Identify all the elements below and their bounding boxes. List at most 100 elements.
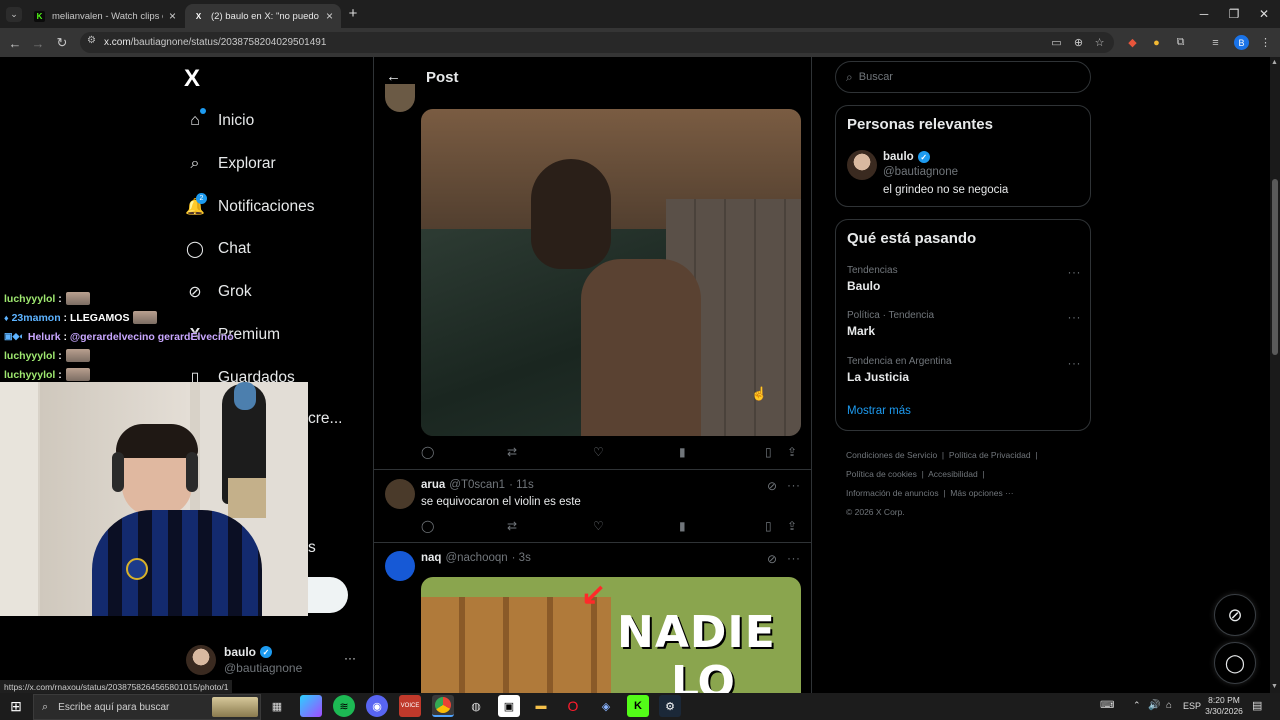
reply-avatar[interactable] (385, 479, 415, 509)
scrollbar-track[interactable] (1270, 57, 1280, 693)
bookmark-star-icon[interactable]: ☆ (1092, 35, 1107, 50)
zoom-icon[interactable]: ⊕ (1071, 35, 1086, 50)
share-icon[interactable]: ⇪ (787, 445, 797, 459)
spotify-icon[interactable]: ≋ (333, 695, 355, 717)
tab-kick[interactable]: K melianvalen - Watch clips on K × (26, 4, 184, 28)
tab-x-post[interactable]: X (2) baulo en X: "no puedo creer × (185, 4, 341, 28)
views-icon[interactable]: ▮ (679, 519, 686, 533)
back-arrow-icon[interactable]: ← (386, 68, 401, 85)
search-input[interactable]: Buscar (859, 71, 893, 83)
volume-icon[interactable]: 🔊 (1148, 700, 1160, 711)
reply-author-name[interactable]: naq (421, 552, 441, 564)
relevant-name[interactable]: baulo ✓ (883, 151, 930, 163)
reply-handle[interactable]: @nachooqn (445, 552, 507, 564)
trend-more-icon[interactable]: ··· (1068, 356, 1082, 370)
trend-more-icon[interactable]: ··· (1068, 310, 1082, 324)
like-icon[interactable]: ♡ (593, 445, 604, 459)
views-icon[interactable]: ▮ (679, 445, 686, 459)
tab-search-button[interactable]: ⌄ (6, 7, 22, 22)
nav-chat[interactable]: ◯ Chat (184, 238, 251, 260)
scrollbar-thumb[interactable] (1272, 179, 1278, 355)
reload-icon[interactable]: ↻ (53, 34, 71, 52)
restore-icon[interactable]: ❐ (1218, 4, 1250, 24)
voice-changer-icon[interactable]: VOICE (399, 695, 421, 717)
copilot-icon[interactable] (300, 695, 322, 717)
extensions-puzzle-icon[interactable]: ⧉ (1173, 35, 1188, 50)
like-icon[interactable]: ♡ (593, 519, 604, 533)
grok-fab-icon[interactable]: ⊘ (1214, 594, 1256, 636)
profile-avatar[interactable]: B (1234, 35, 1249, 50)
obs-icon[interactable]: ◍ (465, 695, 487, 717)
new-tab-button[interactable]: + (345, 5, 361, 22)
cast-icon[interactable]: ▭ (1049, 35, 1064, 50)
more-options-icon[interactable]: ··· (787, 478, 801, 492)
nav-explore[interactable]: ⌕ Explorar (184, 153, 276, 175)
trend-item[interactable]: Tendencias Baulo ··· (847, 265, 1081, 293)
close-tab-icon[interactable]: × (326, 9, 333, 23)
more-options-icon[interactable]: ··· (787, 551, 801, 565)
keyboard-icon[interactable]: ⌨ (1100, 700, 1114, 711)
capcut-icon[interactable]: ▣ (498, 695, 520, 717)
scroll-up-icon[interactable]: ▲ (1271, 59, 1278, 66)
nav-home[interactable]: ⌂ Inicio (184, 108, 254, 132)
repost-icon[interactable]: ⇄ (507, 519, 517, 533)
account-more-icon[interactable]: ··· (344, 651, 356, 665)
menu-kebab-icon[interactable]: ⋮ (1258, 35, 1273, 50)
reply-media-thumbnail[interactable]: ↙ NADIE LO (421, 577, 801, 693)
reply-time[interactable]: · 3s (512, 552, 531, 564)
site-info-icon[interactable]: ⚙ (87, 35, 96, 46)
nav-notifications[interactable]: 🔔 Notificaciones 2 (184, 193, 315, 218)
notification-center-icon[interactable]: ▤ (1252, 699, 1262, 712)
minimize-icon[interactable]: ─ (1188, 4, 1220, 24)
steam-icon[interactable]: ⚙ (659, 695, 681, 717)
author-avatar[interactable] (385, 84, 415, 112)
trend-more-icon[interactable]: ··· (1068, 265, 1082, 279)
windows-start-icon[interactable]: ⊞ (8, 698, 24, 714)
show-more-link[interactable]: Mostrar más (847, 405, 911, 417)
network-icon[interactable]: ⌂ (1166, 700, 1172, 711)
file-explorer-icon[interactable]: ▬ (530, 695, 552, 717)
footer-link-more[interactable]: Más opciones ··· (950, 488, 1013, 498)
reply-icon[interactable]: ◯ (421, 519, 434, 533)
close-tab-icon[interactable]: × (169, 9, 176, 23)
taskbar-search[interactable]: ⌕ Escribe aquí para buscar (33, 694, 261, 720)
x-logo-icon[interactable]: X (184, 65, 210, 92)
nav-create-partial[interactable]: cre... (308, 410, 342, 428)
account-avatar[interactable] (186, 645, 216, 675)
reply-author-name[interactable]: arua (421, 479, 445, 491)
search-box[interactable]: ⌕ Buscar (835, 61, 1091, 93)
reply-handle[interactable]: @T0scan1 (449, 479, 505, 491)
reply-icon[interactable]: ◯ (421, 445, 434, 459)
footer-link-ads-info[interactable]: Información de anuncios (846, 488, 939, 498)
trend-item[interactable]: Tendencia en Argentina La Justicia ··· (847, 356, 1081, 384)
scroll-down-icon[interactable]: ▼ (1271, 683, 1278, 690)
post-media-video[interactable]: ☝ (421, 109, 801, 436)
discord-icon[interactable]: ◉ (366, 695, 388, 717)
trend-item[interactable]: Política · Tendencia Mark ··· (847, 310, 1081, 338)
system-clock[interactable]: 8:20 PM 3/30/2026 (1202, 695, 1246, 717)
opera-icon[interactable]: O (562, 695, 584, 717)
grok-analyze-icon[interactable]: ⊘ (767, 479, 777, 493)
grok-analyze-icon[interactable]: ⊘ (767, 552, 777, 566)
tray-chevron-icon[interactable]: ⌃ (1133, 700, 1141, 711)
chat-fab-icon[interactable]: ◯ (1214, 642, 1256, 684)
address-bar[interactable]: ⚙ x.com/bautiagnone/status/2038758204029… (80, 32, 1114, 53)
reply-time[interactable]: · 11s (509, 479, 534, 491)
relevant-avatar[interactable] (847, 150, 877, 180)
kick-icon[interactable]: K (627, 695, 649, 717)
forward-icon[interactable]: → (29, 34, 47, 52)
bookmark-icon[interactable]: ▯ (765, 519, 772, 533)
app-icon[interactable]: ◈ (595, 695, 617, 717)
language-indicator[interactable]: ESP (1183, 701, 1201, 711)
reading-list-icon[interactable]: ≡ (1208, 35, 1223, 50)
extension-icon[interactable]: ◆ (1125, 35, 1140, 50)
footer-link-cookies[interactable]: Política de cookies (846, 469, 917, 479)
extension-icon[interactable]: ● (1149, 35, 1164, 50)
chrome-icon[interactable] (432, 695, 454, 717)
reply-avatar[interactable] (385, 551, 415, 581)
close-window-icon[interactable]: ✕ (1248, 4, 1280, 24)
nav-more-partial[interactable]: s (308, 539, 316, 557)
footer-link-privacy[interactable]: Política de Privacidad (949, 450, 1031, 460)
task-view-icon[interactable]: ▦ (266, 695, 288, 717)
account-name[interactable]: baulo ✓ (224, 645, 272, 659)
